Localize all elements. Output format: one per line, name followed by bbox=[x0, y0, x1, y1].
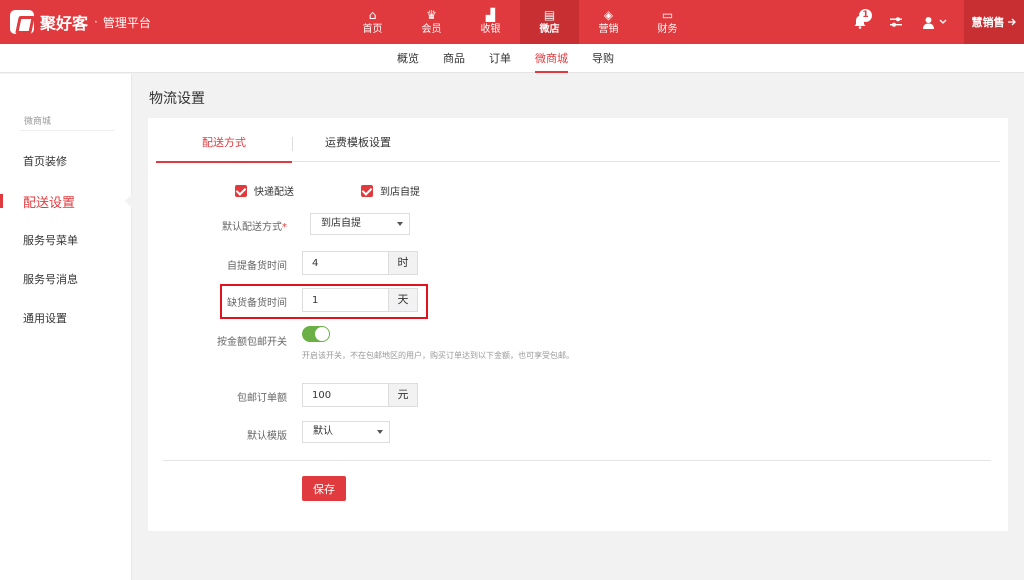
user-name: 慧销售 bbox=[971, 16, 1005, 29]
sidebar-active-indicator bbox=[0, 194, 3, 208]
free-shipping-amount-label: 包邮订单额 bbox=[237, 393, 287, 404]
user-name-button[interactable]: 慧销售 bbox=[964, 0, 1024, 44]
free-shipping-amount-group: 元 bbox=[302, 383, 418, 407]
free-shipping-toggle[interactable] bbox=[302, 326, 330, 342]
tab-delivery-method[interactable]: 配送方式 bbox=[156, 128, 292, 163]
top-nav-label: 营销 bbox=[598, 24, 619, 35]
top-nav-store[interactable]: ▤ 微店 bbox=[520, 0, 579, 44]
card-icon: ▭ bbox=[661, 8, 674, 22]
top-nav-label: 会员 bbox=[421, 24, 442, 35]
sub-nav-overview[interactable]: 概览 bbox=[385, 44, 431, 73]
settings-button[interactable] bbox=[882, 0, 910, 44]
chevron-down-icon bbox=[939, 19, 946, 24]
sliders-icon bbox=[890, 17, 902, 27]
cashier-icon: ▟ bbox=[485, 8, 496, 22]
express-delivery-label: 快递配送 bbox=[254, 187, 294, 198]
crown-icon: ♛ bbox=[426, 8, 437, 22]
sidebar-header: 微商城 bbox=[24, 117, 52, 127]
tab-bar: 配送方式 运费模板设置 bbox=[156, 128, 1000, 163]
sidebar-divider bbox=[20, 130, 114, 131]
sub-nav-guide[interactable]: 导购 bbox=[580, 44, 626, 73]
free-shipping-switch-label: 按金额包邮开关 bbox=[217, 337, 287, 348]
sidebar-item-service-menu[interactable]: 服务号菜单 bbox=[23, 232, 78, 248]
arrow-right-icon bbox=[1007, 18, 1016, 26]
top-nav-label: 收银 bbox=[480, 24, 501, 35]
free-shipping-amount-unit: 元 bbox=[388, 383, 418, 407]
default-method-label-text: 默认配送方式 bbox=[222, 222, 282, 233]
top-nav-members[interactable]: ♛ 会员 bbox=[402, 0, 461, 44]
save-button[interactable]: 保存 bbox=[302, 476, 346, 501]
caret-down-icon bbox=[397, 222, 403, 226]
default-method-value: 到店自提 bbox=[321, 218, 361, 229]
top-nav-finance[interactable]: ▭ 财务 bbox=[638, 0, 697, 44]
top-nav-cashier[interactable]: ▟ 收银 bbox=[461, 0, 520, 44]
default-template-value: 默认 bbox=[313, 426, 333, 437]
top-right-tools: 1 慧销售 bbox=[846, 0, 1024, 44]
default-template-select[interactable]: 默认 bbox=[302, 421, 390, 443]
default-template-label: 默认模版 bbox=[247, 431, 287, 442]
sub-nav-micro-mall[interactable]: 微商城 bbox=[523, 44, 580, 73]
brand-logo-icon bbox=[10, 10, 34, 34]
top-nav: ⌂ 首页 ♛ 会员 ▟ 收银 ▤ 微店 ◈ 营销 ▭ 财务 bbox=[343, 0, 697, 44]
store-icon: ▤ bbox=[543, 8, 556, 22]
top-nav-label: 首页 bbox=[362, 24, 383, 35]
home-icon: ⌂ bbox=[368, 8, 377, 22]
required-mark: * bbox=[282, 222, 287, 233]
tab-freight-template[interactable]: 运费模板设置 bbox=[293, 128, 423, 162]
settings-card: 配送方式 运费模板设置 bbox=[148, 118, 1008, 531]
brand-subtitle: 管理平台 bbox=[102, 15, 151, 30]
express-delivery-checkbox[interactable]: 快递配送 bbox=[235, 183, 294, 198]
default-method-label: 默认配送方式* bbox=[147, 218, 287, 233]
store-pickup-label: 到店自提 bbox=[380, 187, 420, 198]
top-nav-label: 微店 bbox=[539, 24, 560, 35]
sidebar-item-homepage-decoration[interactable]: 首页装修 bbox=[23, 153, 67, 169]
pickup-prep-time-unit: 时 bbox=[388, 251, 418, 275]
highlight-annotation-box bbox=[220, 284, 428, 319]
pickup-prep-time-label: 自提备货时间 bbox=[227, 261, 287, 272]
top-nav-marketing[interactable]: ◈ 营销 bbox=[579, 0, 638, 44]
sidebar-active-notch bbox=[125, 194, 132, 208]
top-nav-label: 财务 bbox=[657, 24, 678, 35]
free-shipping-hint: 开启该开关，不在包邮地区的用户，购买订单达到以下金额，也可享受包邮。 bbox=[302, 351, 574, 360]
pickup-prep-time-group: 时 bbox=[302, 251, 418, 275]
sidebar-item-delivery-settings[interactable]: 配送设置 bbox=[23, 192, 75, 211]
store-pickup-checkbox[interactable]: 到店自提 bbox=[361, 183, 420, 198]
box-icon: ◈ bbox=[603, 8, 614, 22]
user-icon bbox=[922, 16, 934, 29]
sidebar-item-general-settings[interactable]: 通用设置 bbox=[23, 310, 67, 326]
sub-nav: 概览 商品 订单 微商城 导购 bbox=[0, 44, 1024, 73]
checkbox-checked-icon bbox=[361, 184, 373, 197]
form-divider bbox=[163, 460, 991, 461]
notification-badge: 1 bbox=[859, 9, 872, 22]
top-nav-home[interactable]: ⌂ 首页 bbox=[343, 0, 402, 44]
brand-separator: · bbox=[94, 15, 98, 29]
brand-name: 聚好客 bbox=[40, 14, 89, 33]
sub-nav-orders[interactable]: 订单 bbox=[477, 44, 523, 73]
caret-down-icon bbox=[377, 430, 383, 434]
user-menu-button[interactable] bbox=[918, 0, 950, 44]
sub-nav-products[interactable]: 商品 bbox=[431, 44, 477, 73]
page-title: 物流设置 bbox=[149, 91, 205, 107]
top-bar: 聚好客 · 管理平台 ⌂ 首页 ♛ 会员 ▟ 收银 ▤ 微店 ◈ 营销 ▭ 财务 bbox=[0, 0, 1024, 44]
brand[interactable]: 聚好客 · 管理平台 bbox=[10, 0, 151, 44]
toggle-knob bbox=[315, 327, 329, 341]
notification-button[interactable]: 1 bbox=[846, 0, 874, 44]
sidebar: 微商城 首页装修 配送设置 服务号菜单 服务号消息 通用设置 bbox=[0, 74, 132, 580]
default-method-select[interactable]: 到店自提 bbox=[310, 213, 410, 235]
checkbox-checked-icon bbox=[235, 184, 247, 197]
free-shipping-amount-input[interactable] bbox=[302, 383, 388, 407]
sidebar-item-service-messages[interactable]: 服务号消息 bbox=[23, 271, 78, 287]
pickup-prep-time-input[interactable] bbox=[302, 251, 388, 275]
